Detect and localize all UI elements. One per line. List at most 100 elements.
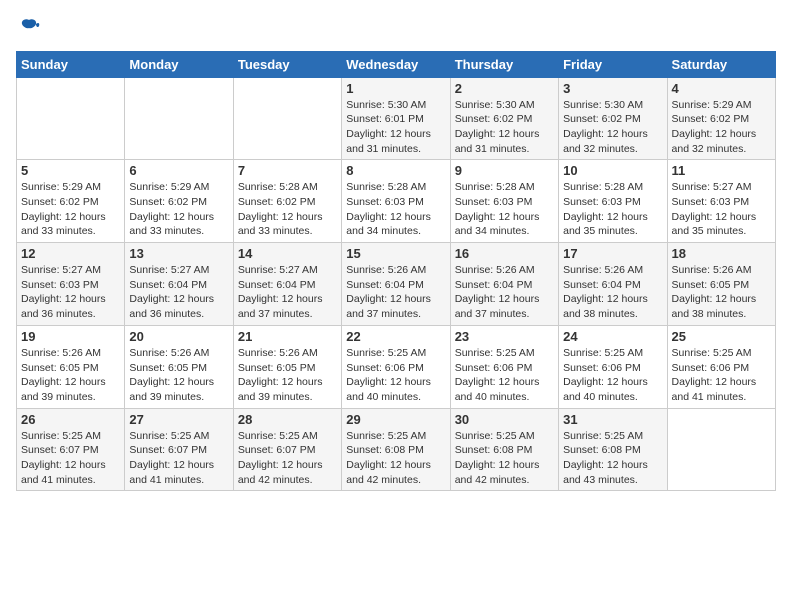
calendar-cell: 20 Sunrise: 5:26 AM Sunset: 6:05 PM Dayli… [125,325,233,408]
day-info: Sunrise: 5:28 AM Sunset: 6:02 PM Dayligh… [238,180,337,239]
day-info: Sunrise: 5:26 AM Sunset: 6:05 PM Dayligh… [238,346,337,405]
calendar-cell: 2 Sunrise: 5:30 AM Sunset: 6:02 PM Daylig… [450,77,558,160]
weekday-header-saturday: Saturday [667,51,775,77]
day-info: Sunrise: 5:30 AM Sunset: 6:01 PM Dayligh… [346,98,445,157]
weekday-header-wednesday: Wednesday [342,51,450,77]
day-info: Sunrise: 5:25 AM Sunset: 6:06 PM Dayligh… [563,346,662,405]
day-number: 3 [563,81,662,96]
calendar-cell: 25Sunrise: 5:25 AM Sunset: 6:06 PM Dayli… [667,325,775,408]
day-number: 12 [21,246,120,261]
calendar-cell: 6Sunrise: 5:29 AM Sunset: 6:02 PM Daylig… [125,160,233,243]
day-info: Sunrise: 5:29 AM Sunset: 6:02 PM Dayligh… [21,180,120,239]
calendar-week-row: 12 Sunrise: 5:27 AM Sunset: 6:03 PM Dayli… [17,243,776,326]
day-info: Sunrise: 5:26 AM Sunset: 6:05 PM Dayligh… [21,346,120,405]
day-number: 7 [238,163,337,178]
day-number: 6 [129,163,228,178]
day-info: Sunrise: 5:26 AM Sunset: 6:04 PM Dayligh… [455,263,554,322]
calendar-cell: 10 Sunrise: 5:28 AM Sunset: 6:03 PM Dayli… [559,160,667,243]
day-number: 27 [129,412,228,427]
calendar-cell: 9 Sunrise: 5:28 AM Sunset: 6:03 PM Daylig… [450,160,558,243]
day-number: 24 [563,329,662,344]
calendar-cell: 17 Sunrise: 5:26 AM Sunset: 6:04 PM Dayli… [559,243,667,326]
weekday-header-thursday: Thursday [450,51,558,77]
calendar-cell: 27 Sunrise: 5:25 AM Sunset: 6:07 PM Dayli… [125,408,233,491]
day-number: 1 [346,81,445,96]
day-info: Sunrise: 5:28 AM Sunset: 6:03 PM Dayligh… [455,180,554,239]
day-number: 10 [563,163,662,178]
calendar-cell: 26Sunrise: 5:25 AM Sunset: 6:07 PM Dayli… [17,408,125,491]
day-number: 14 [238,246,337,261]
day-number: 30 [455,412,554,427]
calendar-cell: 18 Sunrise: 5:26 AM Sunset: 6:05 PM Dayli… [667,243,775,326]
day-info: Sunrise: 5:25 AM Sunset: 6:06 PM Dayligh… [455,346,554,405]
weekday-header-tuesday: Tuesday [233,51,341,77]
day-number: 29 [346,412,445,427]
day-number: 9 [455,163,554,178]
calendar-cell: 5Sunrise: 5:29 AM Sunset: 6:02 PM Daylig… [17,160,125,243]
day-info: Sunrise: 5:25 AM Sunset: 6:07 PM Dayligh… [129,429,228,488]
calendar-cell: 31Sunrise: 5:25 AM Sunset: 6:08 PM Dayli… [559,408,667,491]
day-number: 18 [672,246,771,261]
calendar-week-row: 26Sunrise: 5:25 AM Sunset: 6:07 PM Dayli… [17,408,776,491]
day-number: 17 [563,246,662,261]
weekday-header-row: SundayMondayTuesdayWednesdayThursdayFrid… [17,51,776,77]
calendar-cell: 12 Sunrise: 5:27 AM Sunset: 6:03 PM Dayli… [17,243,125,326]
logo [16,16,40,43]
day-number: 21 [238,329,337,344]
weekday-header-monday: Monday [125,51,233,77]
day-info: Sunrise: 5:26 AM Sunset: 6:05 PM Dayligh… [129,346,228,405]
calendar-cell: 21 Sunrise: 5:26 AM Sunset: 6:05 PM Dayli… [233,325,341,408]
day-info: Sunrise: 5:28 AM Sunset: 6:03 PM Dayligh… [563,180,662,239]
calendar-cell: 13Sunrise: 5:27 AM Sunset: 6:04 PM Dayli… [125,243,233,326]
day-number: 2 [455,81,554,96]
day-info: Sunrise: 5:27 AM Sunset: 6:03 PM Dayligh… [672,180,771,239]
calendar-cell: 22 Sunrise: 5:25 AM Sunset: 6:06 PM Dayli… [342,325,450,408]
day-info: Sunrise: 5:30 AM Sunset: 6:02 PM Dayligh… [563,98,662,157]
weekday-header-friday: Friday [559,51,667,77]
calendar-cell: 4 Sunrise: 5:29 AM Sunset: 6:02 PM Daylig… [667,77,775,160]
day-info: Sunrise: 5:25 AM Sunset: 6:08 PM Dayligh… [455,429,554,488]
day-info: Sunrise: 5:30 AM Sunset: 6:02 PM Dayligh… [455,98,554,157]
day-number: 23 [455,329,554,344]
day-info: Sunrise: 5:29 AM Sunset: 6:02 PM Dayligh… [672,98,771,157]
calendar-week-row: 5Sunrise: 5:29 AM Sunset: 6:02 PM Daylig… [17,160,776,243]
day-info: Sunrise: 5:25 AM Sunset: 6:08 PM Dayligh… [563,429,662,488]
calendar-cell: 30 Sunrise: 5:25 AM Sunset: 6:08 PM Dayli… [450,408,558,491]
calendar-week-row: 19 Sunrise: 5:26 AM Sunset: 6:05 PM Dayli… [17,325,776,408]
day-info: Sunrise: 5:25 AM Sunset: 6:06 PM Dayligh… [346,346,445,405]
day-info: Sunrise: 5:26 AM Sunset: 6:05 PM Dayligh… [672,263,771,322]
day-info: Sunrise: 5:28 AM Sunset: 6:03 PM Dayligh… [346,180,445,239]
day-info: Sunrise: 5:25 AM Sunset: 6:07 PM Dayligh… [238,429,337,488]
calendar-cell: 3 Sunrise: 5:30 AM Sunset: 6:02 PM Daylig… [559,77,667,160]
day-number: 4 [672,81,771,96]
day-number: 13 [129,246,228,261]
calendar-cell: 24 Sunrise: 5:25 AM Sunset: 6:06 PM Dayli… [559,325,667,408]
day-number: 28 [238,412,337,427]
calendar-cell [17,77,125,160]
day-number: 19 [21,329,120,344]
day-info: Sunrise: 5:27 AM Sunset: 6:04 PM Dayligh… [238,263,337,322]
day-number: 15 [346,246,445,261]
calendar-cell: 28 Sunrise: 5:25 AM Sunset: 6:07 PM Dayli… [233,408,341,491]
day-number: 8 [346,163,445,178]
calendar-cell: 1 Sunrise: 5:30 AM Sunset: 6:01 PM Daylig… [342,77,450,160]
calendar-cell: 29 Sunrise: 5:25 AM Sunset: 6:08 PM Dayli… [342,408,450,491]
calendar-cell: 16Sunrise: 5:26 AM Sunset: 6:04 PM Dayli… [450,243,558,326]
calendar-cell [233,77,341,160]
day-number: 11 [672,163,771,178]
logo-bird-icon [18,16,40,43]
day-info: Sunrise: 5:26 AM Sunset: 6:04 PM Dayligh… [563,263,662,322]
calendar-cell: 19 Sunrise: 5:26 AM Sunset: 6:05 PM Dayli… [17,325,125,408]
calendar-cell [667,408,775,491]
calendar-table: SundayMondayTuesdayWednesdayThursdayFrid… [16,51,776,492]
header [16,16,776,43]
day-info: Sunrise: 5:25 AM Sunset: 6:07 PM Dayligh… [21,429,120,488]
calendar-cell: 15Sunrise: 5:26 AM Sunset: 6:04 PM Dayli… [342,243,450,326]
day-number: 22 [346,329,445,344]
day-info: Sunrise: 5:25 AM Sunset: 6:08 PM Dayligh… [346,429,445,488]
day-info: Sunrise: 5:27 AM Sunset: 6:03 PM Dayligh… [21,263,120,322]
calendar-cell: 14 Sunrise: 5:27 AM Sunset: 6:04 PM Dayli… [233,243,341,326]
calendar-week-row: 1 Sunrise: 5:30 AM Sunset: 6:01 PM Daylig… [17,77,776,160]
calendar-cell: 11 Sunrise: 5:27 AM Sunset: 6:03 PM Dayli… [667,160,775,243]
day-number: 20 [129,329,228,344]
